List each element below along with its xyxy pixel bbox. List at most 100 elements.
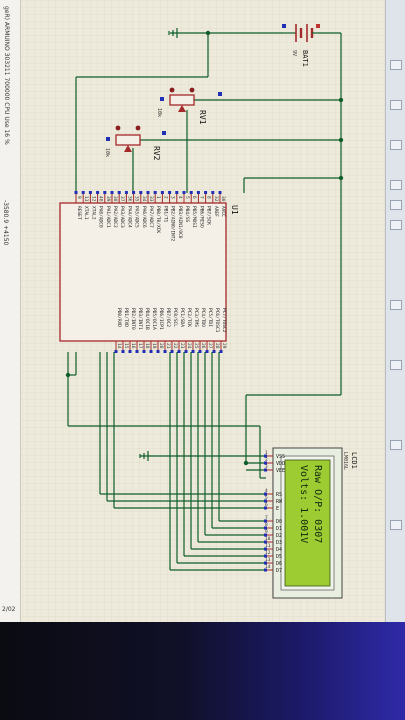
pin-marker xyxy=(212,350,216,353)
pin-name: XTAL2 xyxy=(90,206,96,220)
pin-number: 7 xyxy=(198,196,204,199)
pin-marker xyxy=(205,350,209,353)
pin-number: 34 xyxy=(141,196,147,202)
pin-marker xyxy=(160,191,164,194)
toolbar-button[interactable] xyxy=(390,100,402,110)
toolbar-button[interactable] xyxy=(390,300,402,310)
pin-name: RESET xyxy=(76,206,82,220)
pin-marker xyxy=(170,350,174,353)
toolbar-button[interactable] xyxy=(390,220,402,230)
pin-marker xyxy=(124,191,128,194)
pin-marker xyxy=(81,191,85,194)
pin-marker xyxy=(196,191,200,194)
pin-number: 15 xyxy=(123,343,129,349)
pin-number: 16 xyxy=(130,343,136,349)
pin-marker xyxy=(163,350,167,353)
pin-name: PD4/OC1B xyxy=(144,308,150,330)
pin-number: 3 xyxy=(170,196,176,199)
pin-name: PD6/ICP1 xyxy=(158,308,164,330)
lcd-pin-name: RS xyxy=(276,492,282,498)
pin-name: PC5/TDI xyxy=(207,308,213,327)
pin-name: PC2/TCK xyxy=(186,308,192,327)
pin-number: 39 xyxy=(105,196,111,202)
pin-name: PA0/ADC0 xyxy=(98,206,104,228)
lcd-pin-name: D6 xyxy=(276,561,282,567)
toolbar-button[interactable] xyxy=(390,140,402,150)
microcontroller-u1[interactable]: U1 9RESET13XTAL112XTAL240PA0/ADC039PA1/A… xyxy=(59,191,239,353)
lcd-pin-name: D5 xyxy=(276,554,282,560)
lcd-pin-number: 5 xyxy=(265,495,268,501)
lcd-pin-name: D0 xyxy=(276,519,282,525)
toolbar-button[interactable] xyxy=(390,520,402,530)
toolbar-button[interactable] xyxy=(390,200,402,210)
pin-name: PB1/T1 xyxy=(162,206,168,223)
pin-marker xyxy=(177,350,181,353)
lcd-pin-name: D7 xyxy=(276,568,282,574)
pin-marker xyxy=(182,191,186,194)
pin-number: 25 xyxy=(193,343,199,349)
pin-marker xyxy=(142,350,146,353)
toolbar-button[interactable] xyxy=(390,440,402,450)
pin-name: PB3/AIN1/OC0 xyxy=(177,206,183,239)
pin-name: PC0/SCL xyxy=(172,308,178,327)
pin-name: PC7/TOSC2 xyxy=(221,308,227,333)
lcd-line-2: Volts: 1.001V xyxy=(298,465,309,543)
pin-marker xyxy=(139,191,143,194)
cursor-coordinates: -3580.9 +4150 xyxy=(2,200,9,246)
bottom-black-bar xyxy=(0,622,405,720)
lcd-label: LCD1 xyxy=(350,452,358,469)
proteus-workspace: geR) ARMUINO 303211 700000 CPU Use 16 % … xyxy=(0,0,405,622)
toolbar-button[interactable] xyxy=(390,60,402,70)
pin-name: PA7/ADC7 xyxy=(148,206,154,228)
lcd-pin-name: D2 xyxy=(276,533,282,539)
right-toolbar xyxy=(385,0,405,622)
toolbar-button[interactable] xyxy=(390,180,402,190)
pin-name: PB2/AIN0/INT2 xyxy=(170,206,176,242)
schematic-canvas[interactable]: BAT1 9V RV1 10k RV2 10k U1 9 RESET 13 XT… xyxy=(20,0,385,622)
pin-marker xyxy=(218,191,222,194)
lcd-pin-number: 2 xyxy=(265,457,268,463)
pin-marker xyxy=(219,350,223,353)
pin-number: 17 xyxy=(137,343,143,349)
rv1-label: RV1 xyxy=(198,110,207,125)
pin-name: PD0/RXD xyxy=(116,308,122,327)
pin-name: PC6/TOSC1 xyxy=(214,308,220,333)
pin-name: PD5/OC1A xyxy=(151,308,157,330)
lcd-pin-name: E xyxy=(276,506,279,512)
pin-name: PD7/OC2 xyxy=(165,308,171,327)
pin-marker xyxy=(175,191,179,194)
lcd-pin-number: 8 xyxy=(265,522,268,528)
pin-number: 21 xyxy=(165,343,171,349)
pin-number: 1 xyxy=(155,196,161,199)
pin-name: AREF xyxy=(213,206,219,217)
pin-name: PB6/MISO xyxy=(198,206,204,228)
pin-number: 4 xyxy=(177,196,183,199)
pin-name: PB5/MOSI xyxy=(191,206,197,228)
pin-marker xyxy=(74,191,78,194)
pin-name: XTAL1 xyxy=(83,206,89,220)
pin-name: PA1/ADC1 xyxy=(105,206,111,228)
pin-marker xyxy=(88,191,92,194)
pin-number: 8 xyxy=(206,196,212,199)
toolbar-button[interactable] xyxy=(390,360,402,370)
pin-name: PC1/SDA xyxy=(179,308,185,327)
pin-number: 24 xyxy=(186,343,192,349)
lcd-pin-number: 1 xyxy=(265,450,268,456)
pin-name: PA2/ADC2 xyxy=(112,206,118,228)
pin-marker xyxy=(114,350,118,353)
pin-marker xyxy=(146,191,150,194)
pin-marker xyxy=(189,191,193,194)
battery-value: 9V xyxy=(291,50,297,56)
pin-number: 6 xyxy=(191,196,197,199)
rv2-label: RV2 xyxy=(152,146,161,161)
pin-name: PB0/T0/XCK xyxy=(155,206,161,233)
pin-marker xyxy=(110,191,114,194)
lcd-model: LM016L xyxy=(342,452,348,470)
lcd-pin-number: 11 xyxy=(265,543,271,549)
pin-number: 5 xyxy=(184,196,190,199)
pin-number: 36 xyxy=(126,196,132,202)
pin-number: 13 xyxy=(83,196,89,202)
pin-number: 33 xyxy=(148,196,154,202)
pin-number: 19 xyxy=(151,343,157,349)
pin-number: 14 xyxy=(116,343,122,349)
